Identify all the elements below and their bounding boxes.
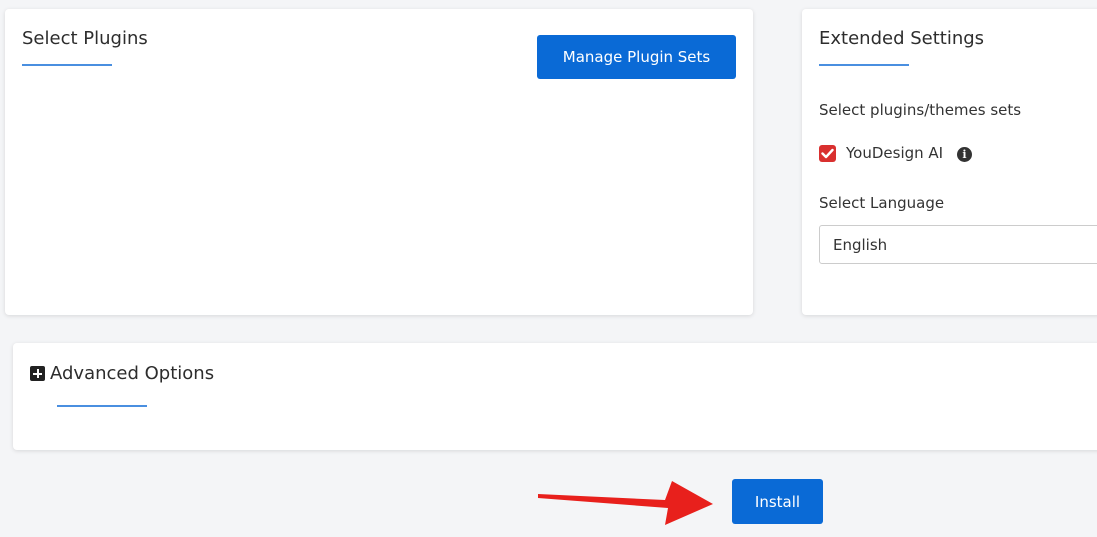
language-select[interactable]: English	[819, 225, 1097, 264]
extended-settings-underline	[819, 64, 909, 66]
extended-settings-title: Extended Settings	[819, 28, 985, 49]
select-language-label: Select Language	[819, 194, 945, 212]
plus-square-icon[interactable]	[30, 366, 45, 381]
advanced-options-title[interactable]: Advanced Options	[50, 363, 214, 384]
select-plugins-title: Select Plugins	[22, 28, 148, 49]
info-circle-icon[interactable]: i	[957, 147, 972, 162]
red-arrow-annotation	[538, 481, 713, 525]
advanced-options-underline	[57, 405, 147, 407]
plugin-sets-label: Select plugins/themes sets	[819, 101, 1022, 119]
language-select-value: English	[833, 235, 888, 254]
install-button[interactable]: Install	[732, 479, 823, 524]
extended-settings-card: Extended Settings Select plugins/themes …	[802, 9, 1097, 315]
select-plugins-card: Select Plugins Manage Plugin Sets	[5, 9, 753, 315]
advanced-options-card: Advanced Options	[13, 343, 1097, 450]
select-plugins-underline	[22, 64, 112, 66]
youdesign-ai-checkbox[interactable]	[819, 145, 836, 162]
manage-plugin-sets-button[interactable]: Manage Plugin Sets	[537, 35, 736, 79]
youdesign-ai-label[interactable]: YouDesign AI	[846, 144, 943, 162]
check-icon	[821, 148, 834, 159]
